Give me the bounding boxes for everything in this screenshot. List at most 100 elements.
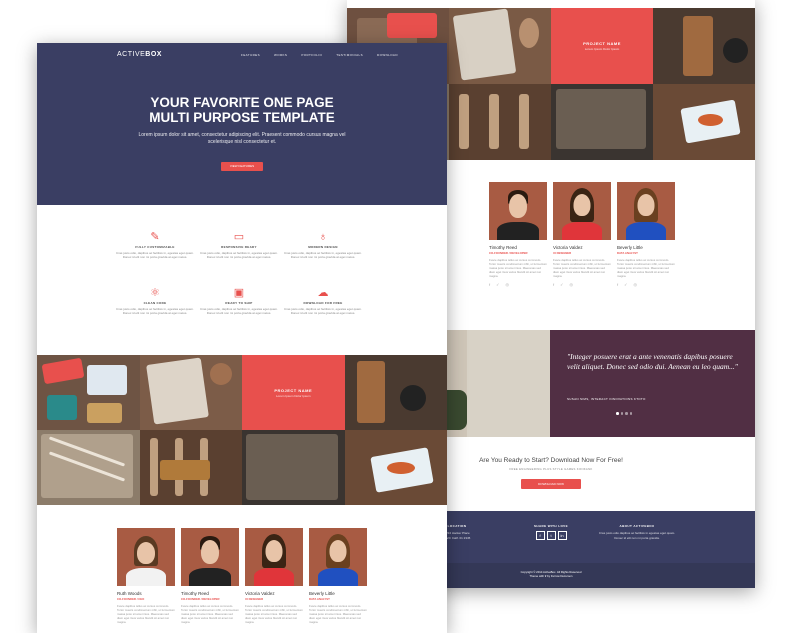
- template-preview-front-page: ACTIVEBOX FEATURES WORKS PORTFOLIO TESTI…: [37, 43, 447, 633]
- team-member-name: Victoria Valdez: [553, 245, 583, 250]
- testimonial-author: SUSAN SIMS, INTERACT INNOVATIONS KTOTO: [567, 397, 646, 401]
- feature-desc: Cras justo odio, dapibus ac facilisis in…: [116, 251, 194, 259]
- team-member-bio: Fusce dapibus tellus ac cursus commodo. …: [245, 604, 303, 624]
- team-section: Ruth Woods CO-FOUNDER / CEO Fusce dapibu…: [37, 528, 447, 633]
- facebook-icon[interactable]: f: [617, 282, 618, 287]
- team-member-bio: Fusce dapibus tellus ac cursus commodo. …: [117, 604, 175, 624]
- team-member: Timothy Reed CO-FOUNDER / DEVELOPER Fusc…: [181, 528, 239, 624]
- feature-desc: Cras justo odio, dapibus ac facilisis in…: [284, 251, 362, 259]
- portfolio-item[interactable]: [344, 430, 447, 505]
- portfolio-item[interactable]: [139, 355, 242, 430]
- team-member-bio: Fusce dapibus tellus ac cursus commodo. …: [309, 604, 367, 624]
- facebook-icon[interactable]: f: [489, 282, 490, 287]
- portfolio-item[interactable]: [551, 84, 653, 160]
- portfolio-item[interactable]: [242, 430, 345, 505]
- feature-desc: Cras justo odio, dapibus ac facilisis in…: [200, 251, 278, 259]
- team-member-social: f ✓ ◎: [617, 282, 675, 287]
- portfolio-item[interactable]: [139, 430, 242, 505]
- team-member: Victoria Valdez UI DESIGNER Fusce dapibu…: [245, 528, 303, 624]
- feature-desc: Cras justo odio, dapibus ac facilisis in…: [200, 307, 278, 315]
- team-member-photo: [245, 528, 303, 586]
- team-member-role: DATA ANALYST: [309, 597, 330, 601]
- download-now-button[interactable]: DOWNLOAD NOW: [521, 479, 581, 489]
- team-member-name: Beverly Little: [309, 591, 335, 596]
- team-member-bio: Fusce dapibus tellus ac cursus commodo. …: [617, 258, 675, 278]
- project-name-label: PROJECT NAME: [274, 387, 313, 393]
- team-member: Timothy Reed CO-FOUNDER / DEVELOPER Fusc…: [489, 182, 547, 287]
- portfolio-item[interactable]: [449, 84, 551, 160]
- team-member-role: DATA ANALYST: [617, 251, 638, 255]
- instagram-icon[interactable]: ◎: [569, 282, 573, 287]
- feature-item: ♁ MODERN DESIGN Cras justo odio, dapibus…: [283, 231, 363, 259]
- feature-desc: Cras justo odio, dapibus ac facilisis in…: [116, 307, 194, 315]
- nav-item-portfolio[interactable]: PORTFOLIO: [301, 53, 322, 57]
- team-member-social: f ✓ ◎: [553, 282, 611, 287]
- logo-part-1: ACTIVE: [117, 51, 146, 58]
- cloud-download-icon: ☁: [317, 287, 329, 299]
- portfolio-item-hover[interactable]: PROJECT NAME Lorem Ipsum Dolor Ipsum: [242, 355, 345, 430]
- team-member-bio: Fusce dapibus tellus ac cursus commodo. …: [181, 604, 239, 624]
- team-member-photo: [181, 528, 239, 586]
- twitter-icon[interactable]: ✓: [624, 282, 627, 287]
- team-member-role: UI DESIGNER: [245, 597, 264, 601]
- portfolio-item[interactable]: [37, 430, 140, 505]
- footer-about: ABOUT ACTIVEBOX Cras justo odio dapibus …: [597, 524, 677, 540]
- footer-social: SHARE WITH LOVE f t in: [521, 524, 581, 540]
- project-name-label: PROJECT NAME: [583, 41, 621, 46]
- pager-dot[interactable]: [616, 412, 619, 415]
- team-member-photo: [617, 182, 675, 240]
- team-member-role: CO-FOUNDER / DEVELOPER: [489, 251, 528, 255]
- team-member-name: Victoria Valdez: [245, 591, 275, 596]
- nav-item-testimonials[interactable]: TESTIMONIALS: [336, 53, 363, 57]
- nav-item-features[interactable]: FEATURES: [241, 53, 260, 57]
- portfolio-item[interactable]: [449, 8, 551, 84]
- team-member-role: CO-FOUNDER / DEVELOPER: [181, 597, 220, 601]
- feature-item: ▭ RESPONSIVE READY Cras justo odio, dapi…: [199, 231, 279, 259]
- hero-title-line-1: YOUR FAVORITE ONE PAGE: [150, 95, 334, 110]
- nav-item-download[interactable]: DOWNLOAD: [377, 53, 398, 57]
- nav-item-works[interactable]: WORKS: [274, 53, 287, 57]
- hero-title-line-2: MULTI PURPOSE TEMPLATE: [149, 110, 335, 125]
- feature-title: RESPONSIVE READY: [221, 245, 257, 249]
- facebook-icon[interactable]: f: [553, 282, 554, 287]
- pencil-ruler-icon: ✎: [150, 231, 160, 243]
- team-member-name: Timothy Reed: [489, 245, 517, 250]
- hero-lead: Lorem ipsum dolor sit amet, consectetur …: [138, 132, 346, 145]
- feature-item: ▣ READY TO SHIP Cras justo odio, dapibus…: [199, 287, 279, 315]
- instagram-icon[interactable]: ◎: [505, 282, 509, 287]
- twitter-icon[interactable]: t: [546, 531, 556, 540]
- team-member-name: Beverly Little: [617, 245, 643, 250]
- instagram-icon[interactable]: ◎: [633, 282, 637, 287]
- feature-title: DOWNLOAD FOR FREE: [303, 301, 343, 305]
- linkedin-icon[interactable]: in: [557, 531, 567, 540]
- twitter-icon[interactable]: ✓: [496, 282, 499, 287]
- team-member-name: Ruth Woods: [117, 591, 142, 596]
- site-logo[interactable]: ACTIVEBOX: [117, 51, 162, 58]
- feature-item: ☁ DOWNLOAD FOR FREE Cras justo odio, dap…: [283, 287, 363, 315]
- atom-icon: ⚛: [150, 287, 160, 299]
- feature-item: ⚛ CLEAN CODE Cras justo odio, dapibus ac…: [115, 287, 195, 315]
- feature-title: READY TO SHIP: [225, 301, 253, 305]
- portfolio-item-hover[interactable]: PROJECT NAME Lorem Ipsum Dolor Ipsum: [551, 8, 653, 84]
- feature-desc: Cras justo odio, dapibus ac facilisis in…: [284, 307, 362, 315]
- hero-section: ACTIVEBOX FEATURES WORKS PORTFOLIO TESTI…: [37, 43, 447, 205]
- portfolio-item[interactable]: [653, 84, 755, 160]
- portfolio-item[interactable]: [653, 8, 755, 84]
- team-member-bio: Fusce dapibus tellus ac cursus commodo. …: [553, 258, 611, 278]
- view-features-button[interactable]: VIEW FEATURES: [221, 162, 263, 171]
- main-nav: FEATURES WORKS PORTFOLIO TESTIMONIALS DO…: [241, 53, 398, 57]
- footer-social-title: SHARE WITH LOVE: [533, 524, 568, 528]
- team-member-role: CO-FOUNDER / CEO: [117, 597, 145, 601]
- facebook-icon[interactable]: f: [535, 531, 545, 540]
- portfolio-item[interactable]: [344, 355, 447, 430]
- team-member: Ruth Woods CO-FOUNDER / CEO Fusce dapibu…: [117, 528, 175, 624]
- feature-title: MODERN DESIGN: [308, 245, 338, 249]
- hero-title: YOUR FAVORITE ONE PAGE MULTI PURPOSE TEMP…: [37, 95, 447, 125]
- pager-dot[interactable]: [620, 412, 623, 415]
- pager-dot[interactable]: [629, 412, 632, 415]
- twitter-icon[interactable]: ✓: [560, 282, 563, 287]
- pager-dot[interactable]: [625, 412, 628, 415]
- footer-about-text: Cras justo odio dapibus ac facilisis in …: [598, 531, 676, 540]
- lightbulb-icon: ♁: [318, 231, 328, 243]
- portfolio-item[interactable]: [37, 355, 140, 430]
